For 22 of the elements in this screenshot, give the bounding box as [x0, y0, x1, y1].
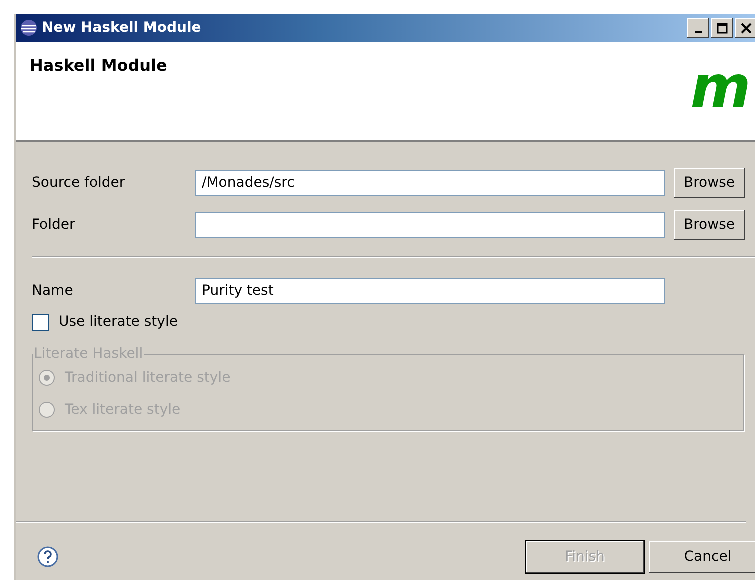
- maximize-button[interactable]: [711, 18, 733, 38]
- field-label: Folder: [32, 217, 76, 233]
- checkbox-label: Use literate style: [59, 314, 178, 330]
- text-field[interactable]: /Monades/src: [195, 170, 665, 196]
- close-icon: [740, 22, 752, 34]
- close-button[interactable]: [735, 18, 755, 38]
- cancel-button[interactable]: Cancel: [649, 541, 755, 573]
- name-field[interactable]: Purity test: [195, 278, 665, 304]
- page-title: Haskell Module: [30, 56, 168, 75]
- browse-button[interactable]: Browse: [674, 168, 745, 198]
- field-label: Source folder: [32, 175, 126, 191]
- maximize-icon: [716, 22, 728, 34]
- checkbox[interactable]: [32, 314, 49, 330]
- minimize-icon: [694, 31, 702, 33]
- field-label: Name: [32, 283, 74, 299]
- browse-button[interactable]: Browse: [674, 210, 745, 240]
- logo: m: [690, 58, 751, 116]
- minimize-button[interactable]: [687, 18, 709, 38]
- globe-icon: [20, 19, 38, 37]
- text-field[interactable]: [195, 212, 665, 238]
- help-icon[interactable]: [37, 546, 59, 568]
- window-title: New Haskell Module: [42, 20, 202, 36]
